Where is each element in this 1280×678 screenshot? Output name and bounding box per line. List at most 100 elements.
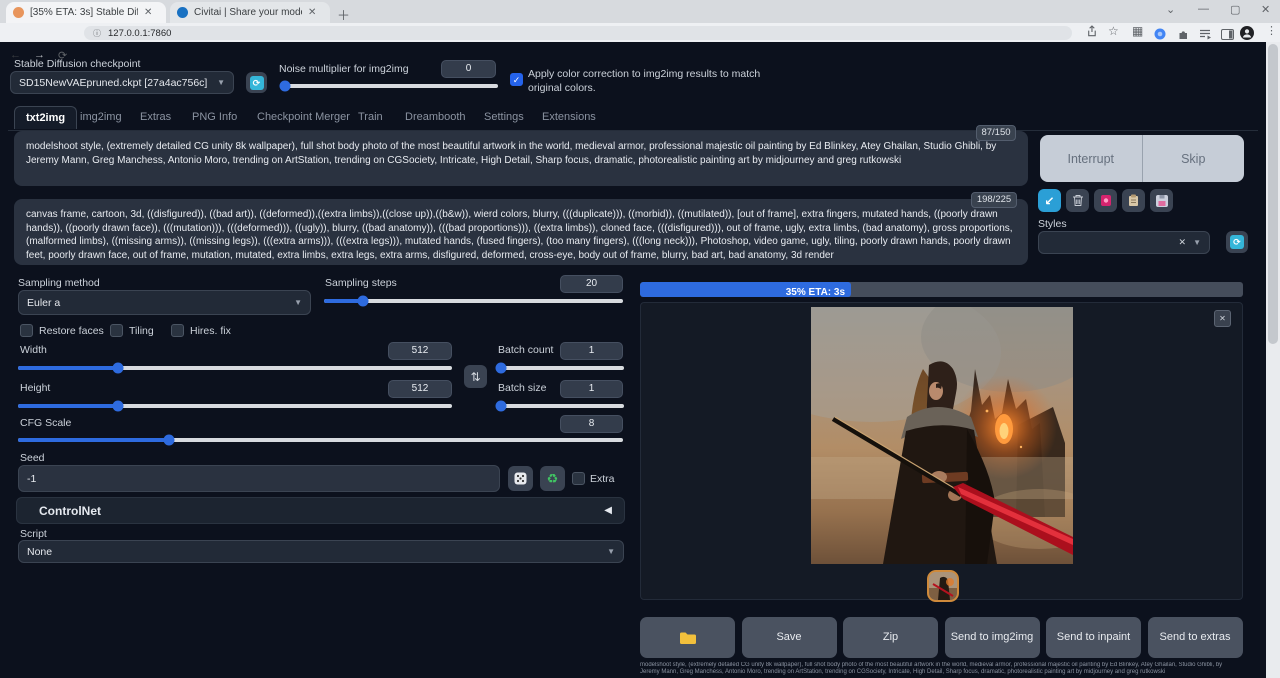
seed-label: Seed (20, 452, 45, 464)
tab-extensions[interactable]: Extensions (542, 111, 596, 123)
checkpoint-dropdown[interactable]: SD15NewVAEpruned.ckpt [27a4ac756c] ▼ (10, 71, 234, 94)
styles-dropdown[interactable]: ✕ ▼ (1038, 231, 1210, 254)
random-seed-button[interactable] (508, 466, 533, 491)
tab-png-info[interactable]: PNG Info (192, 111, 237, 123)
tiling-label: Tiling (129, 325, 154, 337)
recycle-icon: ♻ (547, 471, 559, 487)
batch-size-slider[interactable] (498, 404, 624, 408)
extra-networks-button[interactable] (1094, 189, 1117, 212)
batch-count-label: Batch count (498, 344, 553, 356)
batch-size-value[interactable]: 1 (560, 380, 623, 398)
extensions-grid-icon[interactable]: ▦ (1132, 24, 1143, 38)
browser-menu-kebab-icon[interactable]: ⋮ (1266, 24, 1277, 37)
new-tab-button[interactable]: ＋ (337, 5, 350, 24)
noise-multiplier-value[interactable]: 0 (441, 60, 496, 78)
height-value[interactable]: 512 (388, 380, 452, 398)
sampling-method-dropdown[interactable]: Euler a ▼ (18, 290, 311, 315)
save-button[interactable]: Save (742, 617, 837, 658)
width-value[interactable]: 512 (388, 342, 452, 360)
tab-settings[interactable]: Settings (484, 111, 524, 123)
accordion-collapsed-icon: ◀ (604, 505, 612, 516)
refresh-styles-button[interactable]: ⟳ (1226, 231, 1248, 253)
slider-handle[interactable] (495, 363, 506, 374)
batch-count-slider[interactable] (498, 366, 624, 370)
prompt-input[interactable]: modelshoot style, (extremely detailed CG… (14, 131, 1028, 186)
site-info-icon[interactable]: ⓘ (93, 28, 101, 39)
media-list-icon[interactable] (1199, 27, 1212, 45)
noise-multiplier-slider[interactable] (281, 84, 498, 88)
live-preview-image[interactable] (811, 307, 1073, 564)
clear-styles-icon[interactable]: ✕ (1179, 237, 1187, 248)
gallery-thumbnail[interactable] (927, 570, 959, 602)
scrollbar-thumb[interactable] (1268, 44, 1278, 344)
side-panel-icon[interactable] (1221, 27, 1234, 45)
cfg-scale-slider[interactable] (18, 438, 623, 442)
open-folder-button[interactable] (640, 617, 735, 658)
slider-handle[interactable] (357, 296, 368, 307)
sampling-steps-value[interactable]: 20 (560, 275, 623, 293)
negative-prompt-input[interactable]: canvas frame, cartoon, 3d, ((disfigured)… (14, 199, 1028, 265)
color-correction-checkbox[interactable]: ✓ (510, 73, 523, 86)
seed-value: -1 (27, 473, 36, 485)
swap-arrows-icon: ⇅ (470, 370, 480, 384)
reuse-seed-button[interactable]: ♻ (540, 466, 565, 491)
address-bar[interactable]: ⓘ 127.0.0.1:7860 (84, 26, 1072, 40)
profile-avatar[interactable] (1240, 26, 1254, 45)
floppy-icon (1156, 195, 1168, 207)
page-scrollbar[interactable] (1266, 42, 1280, 678)
chevron-down-icon: ▼ (217, 78, 225, 87)
seed-input[interactable]: -1 (18, 465, 500, 492)
slider-handle[interactable] (112, 363, 123, 374)
tab-extras[interactable]: Extras (140, 111, 171, 123)
extra-seed-checkbox[interactable] (572, 472, 585, 485)
interrupt-button[interactable]: Interrupt (1040, 135, 1143, 182)
refresh-checkpoints-button[interactable]: ⟳ (246, 72, 267, 93)
tiling-checkbox[interactable] (110, 324, 123, 337)
send-to-inpaint-button[interactable]: Send to inpaint (1046, 617, 1141, 658)
window-close-button[interactable]: ✕ (1261, 3, 1270, 16)
batch-count-value[interactable]: 1 (560, 342, 623, 360)
skip-button[interactable]: Skip (1143, 135, 1245, 182)
slider-handle[interactable] (112, 401, 123, 412)
restore-faces-checkbox[interactable] (20, 324, 33, 337)
height-slider[interactable] (18, 404, 452, 408)
refresh-icon: ⟳ (1230, 235, 1244, 249)
send-to-extras-button[interactable]: Send to extras (1148, 617, 1243, 658)
checkpoint-label: Stable Diffusion checkpoint (14, 58, 140, 70)
window-restore-button[interactable]: ▢ (1230, 3, 1240, 16)
controlnet-accordion[interactable]: ControlNet ◀ (16, 497, 625, 524)
swap-dimensions-button[interactable]: ⇅ (464, 365, 487, 388)
send-to-img2img-button[interactable]: Send to img2img (945, 617, 1040, 658)
tab-checkpoint-merger[interactable]: Checkpoint Merger (257, 111, 350, 123)
slider-handle[interactable] (495, 401, 506, 412)
close-preview-button[interactable]: ✕ (1214, 310, 1231, 327)
tab-txt2img[interactable]: txt2img (14, 106, 77, 129)
slider-handle[interactable] (164, 435, 175, 446)
window-minimize-button[interactable]: — (1198, 3, 1209, 15)
tab-train[interactable]: Train (358, 111, 383, 123)
cfg-scale-value[interactable]: 8 (560, 415, 623, 433)
script-dropdown[interactable]: None ▼ (18, 540, 624, 563)
slider-handle[interactable] (280, 81, 291, 92)
apply-styles-button[interactable] (1122, 189, 1145, 212)
hires-fix-checkbox[interactable] (171, 324, 184, 337)
browser-tab-civitai[interactable]: Civitai | Share your models ✕ (170, 2, 330, 23)
sampling-steps-slider[interactable] (324, 299, 623, 303)
zip-button[interactable]: Zip (843, 617, 938, 658)
chevron-down-icon: ▼ (607, 547, 615, 556)
clear-prompt-button[interactable] (1066, 189, 1089, 212)
share-icon[interactable] (1085, 25, 1098, 43)
bookmark-star-icon[interactable]: ☆ (1108, 24, 1119, 38)
browser-tab-stable-diffusion[interactable]: [35% ETA: 3s] Stable Diffusion ✕ (6, 2, 166, 23)
blue-extension-icon[interactable] (1154, 27, 1166, 45)
window-chevron-icon[interactable]: ⌄ (1166, 3, 1175, 16)
tab-close-icon[interactable]: ✕ (144, 7, 152, 18)
width-slider[interactable] (18, 366, 452, 370)
save-style-button[interactable] (1150, 189, 1173, 212)
pinned-extension-icon[interactable] (1177, 27, 1189, 45)
paste-generation-params-button[interactable]: ↙ (1038, 189, 1061, 212)
tab-dreambooth[interactable]: Dreambooth (405, 111, 466, 123)
negative-token-counter: 198/225 (971, 192, 1017, 208)
tab-close-icon[interactable]: ✕ (308, 7, 316, 18)
tab-img2img[interactable]: img2img (80, 111, 122, 123)
